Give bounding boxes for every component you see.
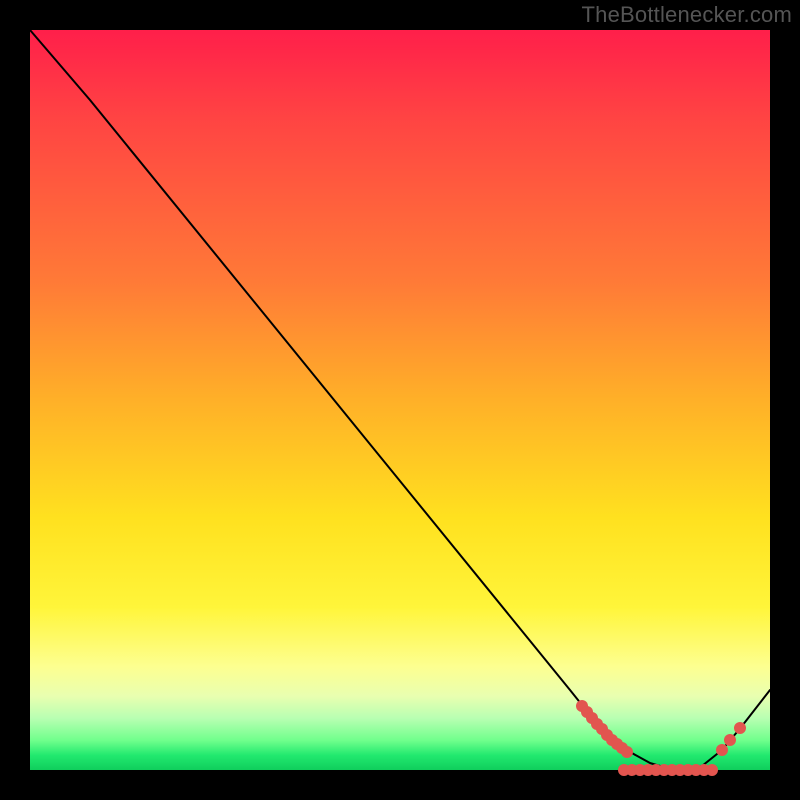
data-point-marker xyxy=(716,744,728,756)
data-point-marker xyxy=(621,746,633,758)
marker-cluster xyxy=(576,700,746,776)
data-point-marker xyxy=(706,764,718,776)
data-point-marker xyxy=(734,722,746,734)
plot-area xyxy=(30,30,770,770)
plot-svg xyxy=(30,30,770,770)
data-point-marker xyxy=(724,734,736,746)
chart-frame: TheBottlenecker.com xyxy=(0,0,800,800)
bottleneck-curve xyxy=(30,30,770,770)
watermark-text: TheBottlenecker.com xyxy=(582,2,792,28)
